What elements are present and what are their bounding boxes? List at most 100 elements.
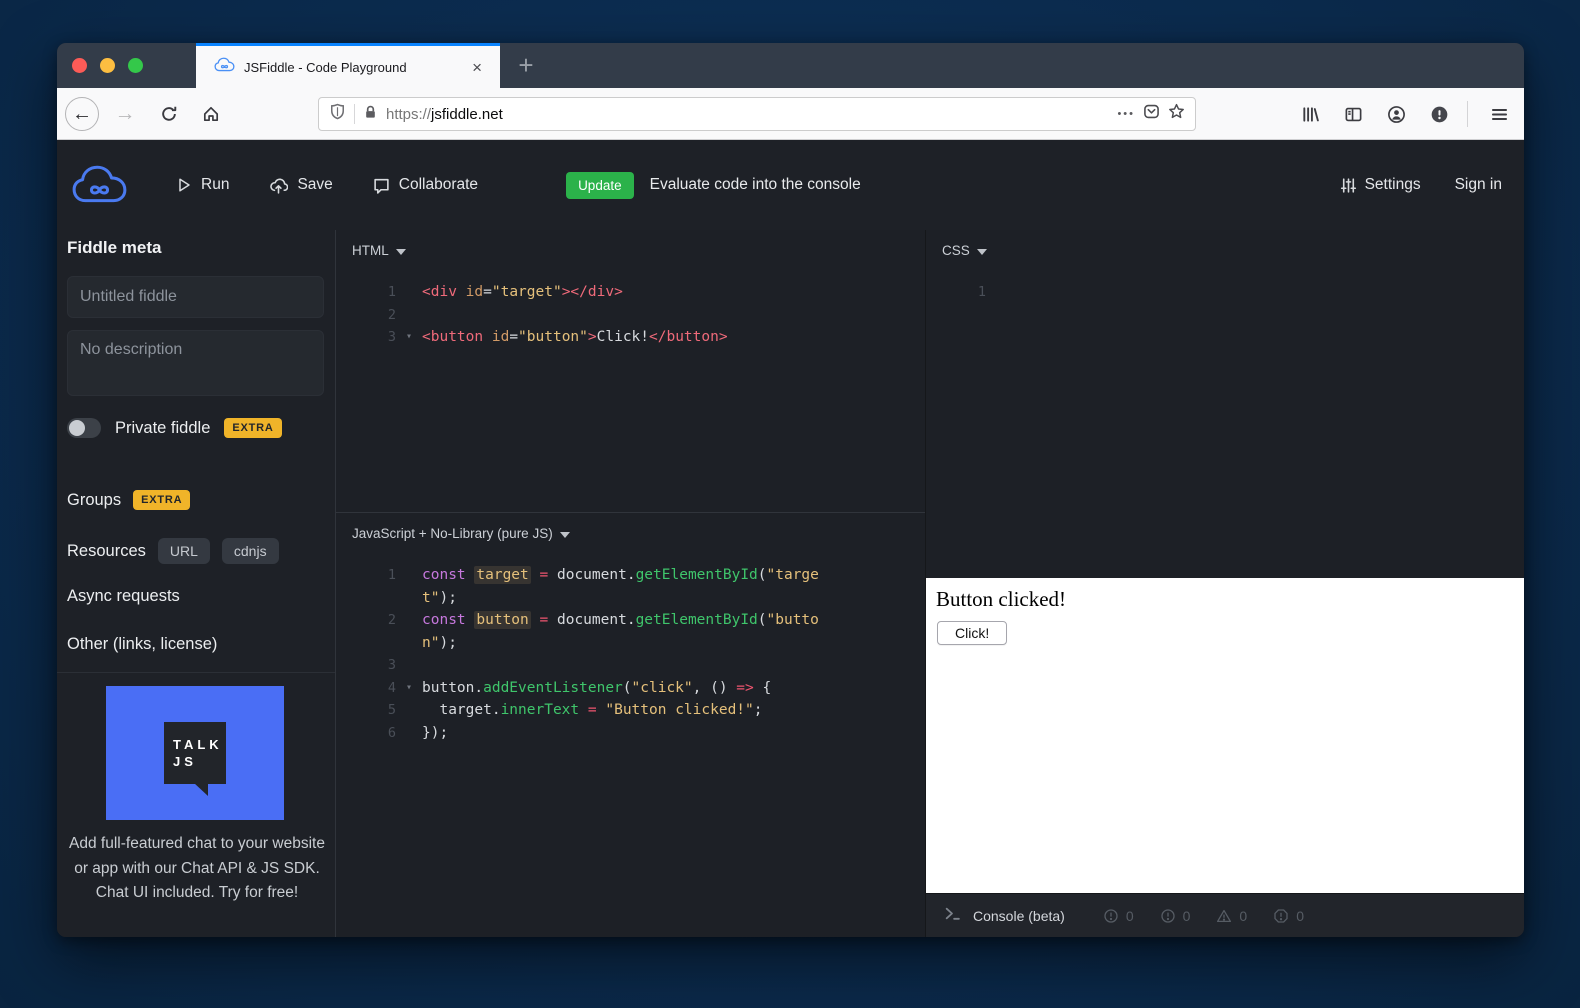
browser-tab[interactable]: JSFiddle - Code Playground × xyxy=(196,43,500,88)
new-tab-button[interactable]: + xyxy=(509,49,543,81)
console-warning-badge[interactable]: 0 xyxy=(1160,908,1191,924)
bookmark-star-icon[interactable] xyxy=(1168,103,1185,125)
shield-icon[interactable] xyxy=(329,103,346,125)
code-line[interactable]: 3▾<button id="button">Click!</button> xyxy=(354,326,925,349)
code-line[interactable]: 1 xyxy=(944,281,1524,304)
chevron-down-icon[interactable] xyxy=(560,532,570,538)
account-icon[interactable] xyxy=(1375,105,1418,124)
url-domain: jsfiddle.net xyxy=(431,106,503,123)
sidebar-item-async-requests[interactable]: Async requests xyxy=(67,587,180,606)
code-line-continuation[interactable]: n"); xyxy=(354,632,925,655)
reload-button[interactable] xyxy=(153,88,185,140)
code-line[interactable]: 3 xyxy=(354,654,925,677)
close-window-button[interactable] xyxy=(72,58,87,73)
css-editor-panel[interactable]: CSS 1 xyxy=(926,230,1524,578)
other-links-label: Other (links, license) xyxy=(67,635,217,654)
jsfiddle-favicon-icon xyxy=(214,57,235,78)
js-code-editor[interactable]: 1const target = document.getElementById(… xyxy=(336,564,925,744)
lock-icon[interactable] xyxy=(363,104,378,125)
code-line[interactable]: 2 xyxy=(354,304,925,327)
page-actions-icon[interactable]: ••• xyxy=(1117,108,1135,120)
console-caution-badge[interactable]: 0 xyxy=(1216,908,1247,924)
chevron-down-icon[interactable] xyxy=(977,249,987,255)
url-scheme: https:// xyxy=(386,106,431,123)
update-button[interactable]: Update xyxy=(566,172,634,199)
tab-bar: JSFiddle - Code Playground × + xyxy=(57,43,1524,88)
html-code-editor[interactable]: 1<div id="target"></div>23▾<button id="b… xyxy=(336,281,925,349)
result-click-button[interactable]: Click! xyxy=(937,621,1007,645)
menu-icon[interactable] xyxy=(1474,105,1524,124)
chevron-down-icon[interactable] xyxy=(396,249,406,255)
back-arrow-icon: ← xyxy=(65,97,99,131)
html-panel-label: HTML xyxy=(352,243,389,258)
sidebar-item-groups[interactable]: Groups EXTRA xyxy=(67,490,190,510)
code-line[interactable]: 5 target.innerText = "Button clicked!"; xyxy=(354,699,925,722)
talkjs-ad-banner[interactable]: TALK JS xyxy=(106,686,284,820)
css-panel-label: CSS xyxy=(942,243,970,258)
sidebar-item-other[interactable]: Other (links, license) xyxy=(67,635,217,654)
run-button[interactable]: Run xyxy=(176,176,229,194)
talkjs-logo-bottom: JS xyxy=(173,754,226,769)
fold-arrow-icon[interactable]: ▾ xyxy=(406,677,422,700)
console-label: Console (beta) xyxy=(973,908,1065,924)
jsfiddle-logo-icon[interactable] xyxy=(71,164,128,207)
cdnjs-badge[interactable]: cdnjs xyxy=(222,538,279,564)
ad-caption[interactable]: Add full-featured chat to your website o… xyxy=(63,832,331,906)
minimize-window-button[interactable] xyxy=(100,58,115,73)
console-bar[interactable]: Console (beta) 0 0 0 xyxy=(926,893,1524,937)
badge-count: 0 xyxy=(1183,908,1191,924)
badge-count: 0 xyxy=(1126,908,1134,924)
sidebar-item-resources[interactable]: Resources URL cdnjs xyxy=(67,538,279,564)
save-label: Save xyxy=(297,176,332,194)
tagline-text: Evaluate code into the console xyxy=(650,176,861,194)
forward-button[interactable]: → xyxy=(109,88,141,140)
back-button[interactable]: ← xyxy=(64,88,100,140)
js-editor-panel[interactable]: JavaScript + No-Library (pure JS) 1const… xyxy=(336,513,925,937)
talkjs-logo-top: TALK xyxy=(173,737,226,752)
browser-toolbar: ← → xyxy=(57,88,1524,140)
fiddle-meta-title: Fiddle meta xyxy=(67,238,161,258)
code-line[interactable]: 1<div id="target"></div> xyxy=(354,281,925,304)
sign-in-link[interactable]: Sign in xyxy=(1455,176,1502,194)
js-panel-label: JavaScript + No-Library (pure JS) xyxy=(352,526,553,541)
settings-label: Settings xyxy=(1365,176,1421,194)
extension-icon[interactable] xyxy=(1418,105,1461,124)
settings-button[interactable]: Settings xyxy=(1340,176,1421,194)
code-line[interactable]: 2const button = document.getElementById(… xyxy=(354,609,925,632)
sidebar-divider xyxy=(57,672,335,673)
async-requests-label: Async requests xyxy=(67,587,180,606)
pocket-icon[interactable] xyxy=(1143,103,1160,125)
url-divider xyxy=(354,104,355,124)
url-bar[interactable]: https://jsfiddle.net ••• xyxy=(318,97,1196,131)
jsfiddle-page: Run Save Collaborate Update Evaluate cod… xyxy=(57,140,1524,937)
private-fiddle-toggle[interactable] xyxy=(67,418,101,438)
library-icon[interactable] xyxy=(1289,105,1332,124)
url-text[interactable]: https://jsfiddle.net xyxy=(386,106,1109,123)
collaborate-button[interactable]: Collaborate xyxy=(373,176,478,194)
console-error-badge[interactable]: 0 xyxy=(1103,908,1134,924)
url-badge[interactable]: URL xyxy=(158,538,210,564)
talkjs-logo: TALK JS xyxy=(164,722,226,784)
fiddle-description-input[interactable] xyxy=(67,330,324,396)
browser-window: JSFiddle - Code Playground × + ← → xyxy=(57,43,1524,937)
zoom-window-button[interactable] xyxy=(128,58,143,73)
toggle-knob xyxy=(69,420,85,436)
groups-label: Groups xyxy=(67,491,121,510)
fold-arrow-icon[interactable]: ▾ xyxy=(406,326,422,349)
code-line-continuation[interactable]: t"); xyxy=(354,587,925,610)
result-message: Button clicked! xyxy=(936,587,1514,612)
code-line[interactable]: 1const target = document.getElementById(… xyxy=(354,564,925,587)
code-line[interactable]: 6}); xyxy=(354,722,925,745)
html-editor-panel[interactable]: HTML 1<div id="target"></div>23▾<button … xyxy=(336,230,925,513)
home-button[interactable] xyxy=(195,88,227,140)
save-button[interactable]: Save xyxy=(269,176,332,194)
console-prompt-icon xyxy=(944,905,961,927)
console-info-badge[interactable]: 0 xyxy=(1273,908,1304,924)
sidebar-toggle-icon[interactable] xyxy=(1332,105,1375,124)
tab-title: JSFiddle - Code Playground xyxy=(244,60,459,75)
tab-close-icon[interactable]: × xyxy=(468,57,486,78)
css-code-editor[interactable]: 1 xyxy=(926,281,1524,304)
code-line[interactable]: 4▾button.addEventListener("click", () =>… xyxy=(354,677,925,700)
app-header: Run Save Collaborate Update Evaluate cod… xyxy=(57,140,1524,230)
fiddle-name-input[interactable] xyxy=(67,276,324,318)
